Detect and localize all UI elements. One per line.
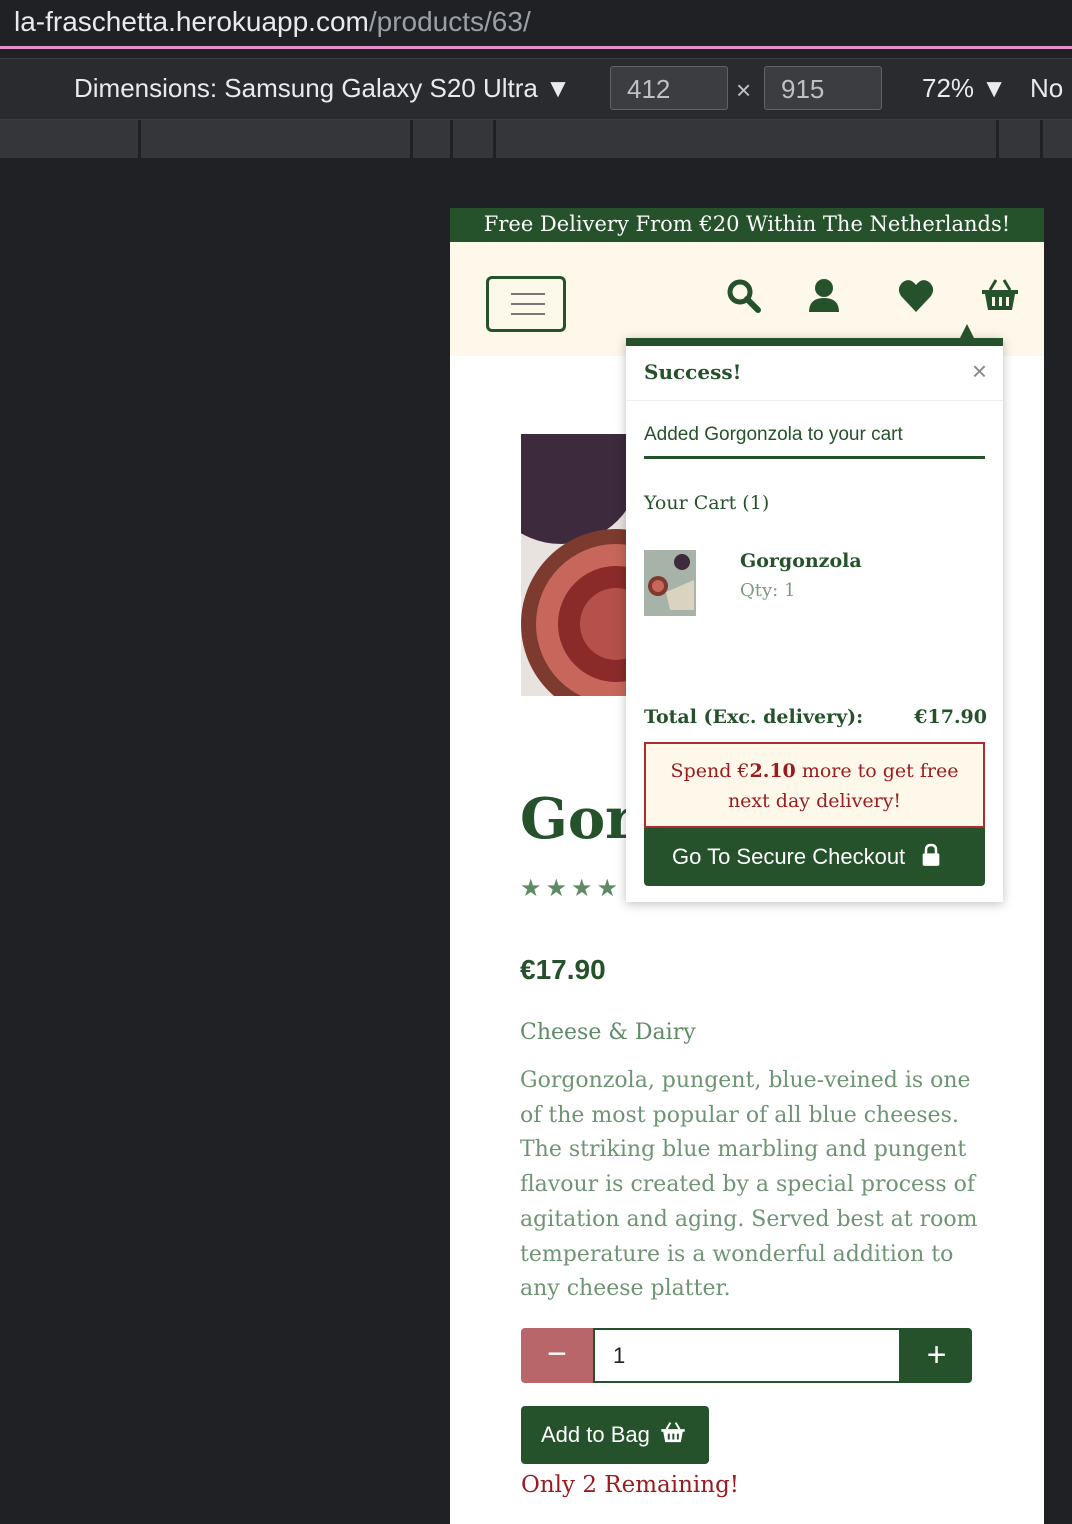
basket-icon[interactable]	[980, 276, 1020, 316]
account-icon[interactable]	[804, 276, 844, 316]
device-dimensions-label: Dimensions: Samsung Galaxy S20 Ultra	[74, 73, 538, 103]
spend-amount: 2.10	[749, 760, 796, 782]
close-icon[interactable]: ×	[972, 356, 987, 387]
cart-item-name: Gorgonzola	[740, 550, 862, 572]
lock-icon	[922, 843, 940, 866]
ruler-divider	[493, 120, 496, 158]
menu-toggle-button[interactable]	[486, 276, 566, 332]
toast-header: Success! ×	[626, 346, 1003, 401]
throttle-select[interactable]: No	[1030, 73, 1063, 104]
device-dimensions-select[interactable]: Dimensions: Samsung Galaxy S20 Ultra ▼	[74, 73, 571, 104]
device-toolbar: Dimensions: Samsung Galaxy S20 Ultra ▼ 4…	[0, 58, 1072, 121]
hamburger-line	[511, 293, 545, 295]
device-viewport: Free Delivery From €20 Within The Nether…	[450, 208, 1044, 1524]
times-icon: ×	[736, 75, 752, 105]
url-host: la-fraschetta.herokuapp.com	[14, 6, 369, 37]
basket-icon	[661, 1422, 685, 1443]
ruler-divider	[138, 120, 141, 158]
browser-url-bar[interactable]: la-fraschetta.herokuapp.com/products/63/	[0, 0, 1072, 49]
add-to-bag-button[interactable]: Add to Bag	[521, 1406, 709, 1464]
rating-stars: ★★★★	[520, 875, 623, 902]
product-price: €17.90	[520, 954, 606, 985]
success-toast: Success! × Added Gorgonzola to your cart…	[626, 324, 1003, 902]
checkout-label: Go To Secure Checkout	[672, 844, 906, 869]
ruler-divider	[450, 120, 453, 158]
cart-item-qty: Qty: 1	[740, 580, 796, 601]
product-description: Gorgonzola, pungent, blue-veined is one …	[520, 1068, 978, 1302]
product-category-link[interactable]: Cheese & Dairy	[520, 1020, 696, 1045]
decrement-button[interactable]: −	[521, 1328, 593, 1383]
stock-remaining-text: Only 2 Remaining!	[521, 1472, 740, 1498]
url-text[interactable]: la-fraschetta.herokuapp.com/products/63/	[14, 6, 531, 38]
cart-heading: Your Cart (1)	[644, 492, 770, 514]
cart-total-label: Total (Exc. delivery):	[644, 706, 864, 728]
media-query-bar[interactable]	[0, 120, 1072, 158]
ruler-divider	[1040, 120, 1043, 158]
hamburger-line	[511, 313, 545, 315]
dropdown-arrow-icon: ▼	[545, 73, 571, 103]
zoom-value: 72%	[922, 73, 975, 103]
spend-text-post: more to get free	[795, 760, 959, 782]
spend-text-line2: next day delivery!	[727, 790, 902, 812]
hamburger-line	[511, 303, 545, 305]
dropdown-arrow-icon: ▼	[981, 73, 1008, 103]
add-to-bag-label: Add to Bag	[541, 1422, 650, 1447]
increment-button[interactable]: +	[901, 1328, 972, 1383]
toast-message: Added Gorgonzola to your cart	[644, 424, 985, 459]
zoom-select[interactable]: 72% ▼	[922, 73, 1007, 104]
cart-total-value: €17.90	[914, 706, 987, 728]
free-delivery-banner: Free Delivery From €20 Within The Nether…	[450, 208, 1044, 242]
quantity-input[interactable]: 1	[593, 1328, 901, 1383]
secure-checkout-button[interactable]: Go To Secure Checkout	[644, 828, 985, 886]
toast-arrow	[960, 324, 974, 338]
viewport-height-input[interactable]: 915	[764, 66, 882, 110]
url-path: /products/63/	[368, 6, 531, 37]
wishlist-heart-icon[interactable]	[896, 276, 936, 316]
search-icon[interactable]	[724, 276, 764, 316]
viewport-width-input[interactable]: 412	[610, 66, 728, 110]
spend-text-pre: Spend €	[670, 760, 750, 782]
quantity-stepper: − 1 +	[521, 1328, 972, 1383]
cart-item-thumbnail	[644, 550, 696, 616]
toast-title: Success!	[644, 360, 742, 384]
ruler-divider	[410, 120, 413, 158]
ruler-divider	[996, 120, 999, 158]
free-delivery-notice: Spend €2.10 more to get free next day de…	[644, 742, 985, 828]
